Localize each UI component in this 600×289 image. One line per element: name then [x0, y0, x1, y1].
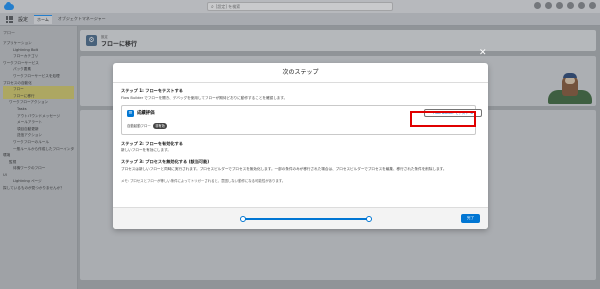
step2-title: ステップ 2: フローを有効化する — [121, 140, 183, 146]
step2-description: 新しいフローを有効にします。 — [121, 148, 171, 152]
status-badge: 非有効 — [152, 122, 168, 129]
next-steps-modal: 次のステップ ステップ 1: フローをテストする Flow Builder でフ… — [113, 63, 488, 229]
modal-body: ステップ 1: フローをテストする Flow Builder でフローを開き、デ… — [113, 83, 488, 207]
modal-footer: 完了 — [113, 207, 488, 229]
step1-description: Flow Builder でフローを開き、デバッグを使用してフローが期待どおりに… — [121, 95, 288, 100]
note-text: メモ: プロセスとフローが等しい条件によってトリガーされると、意図しない動作にな… — [121, 178, 286, 183]
flow-type: 自動起動フロー — [127, 124, 151, 128]
modal-title: 次のステップ — [113, 63, 488, 83]
step1-title: ステップ 1: フローをテストする — [121, 88, 183, 93]
step3-title: ステップ 3: プロセスを無効化する (該当可能) — [121, 159, 210, 164]
done-button[interactable]: 完了 — [461, 214, 480, 223]
highlight-annotation — [410, 111, 476, 127]
flow-type-row: 自動起動フロー 非有効 — [127, 122, 168, 129]
progress-step-2 — [366, 215, 372, 222]
progress-track — [243, 218, 369, 220]
close-icon[interactable]: ✕ — [479, 49, 487, 58]
flow-name: 成績評価 — [137, 111, 155, 116]
flow-icon: ≡ — [127, 109, 134, 117]
progress-step-1 — [240, 215, 246, 222]
step3-description: プロセスは新しいフローと同時に実行されます。プロセスビルダーでプロセスを無効化し… — [121, 166, 447, 171]
